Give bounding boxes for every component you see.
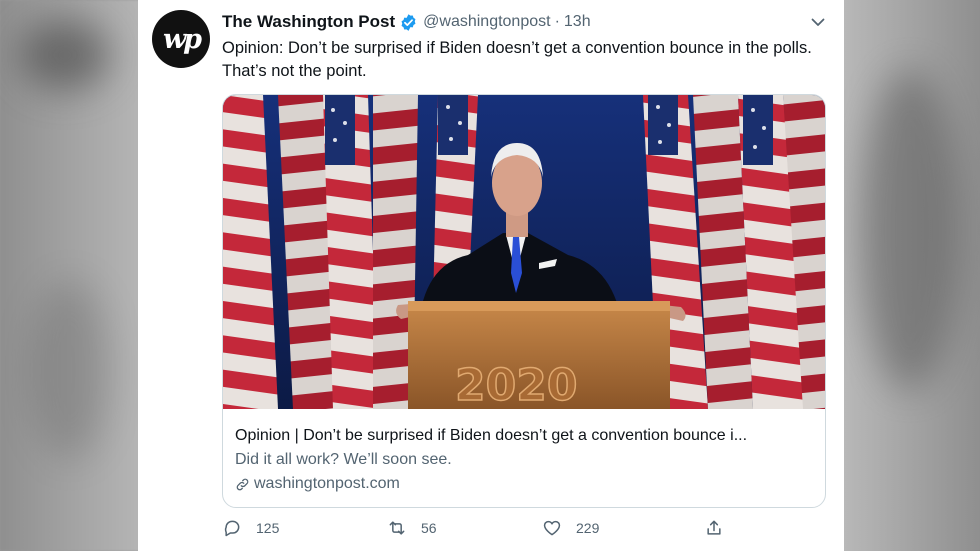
tweet-text: Opinion: Don’t be surprised if Biden doe… [222,39,812,80]
background-blur-shape [860,70,960,390]
background-blur-shape [20,20,110,90]
author-handle[interactable]: @washingtonpost [423,13,550,31]
chevron-down-icon[interactable] [810,14,826,30]
link-preview-card[interactable]: 2020 Opinion | Don’t be surprised if Bid… [222,94,826,508]
tweet-actions: 125 56 229 [222,518,742,544]
link-preview-meta: Opinion | Don’t be surprised if Biden do… [235,425,815,495]
reply-button[interactable]: 125 [222,518,279,538]
link-preview-domain[interactable]: washingtonpost.com [254,473,400,495]
like-count: 229 [576,520,600,536]
link-preview-domain-row: washingtonpost.com [235,473,815,495]
avatar[interactable]: wp [152,10,210,68]
tweet-header: The Washington Post @washingtonpost · 13… [222,10,591,34]
tweet-timestamp[interactable]: 13h [564,13,591,31]
share-icon [707,520,721,535]
verified-badge-icon [401,13,416,31]
separator-dot: · [554,13,560,30]
tweet-card[interactable]: wp The Washington Post @washingtonpost ·… [138,0,844,551]
retweet-button[interactable]: 56 [387,518,437,538]
like-button[interactable]: 229 [542,518,599,538]
link-icon [236,478,249,490]
like-icon [543,520,561,536]
svg-text:2020: 2020 [455,360,577,409]
article-photo: 2020 [223,95,825,409]
link-preview-description: Did it all work? We’ll soon see. [235,451,452,468]
reply-count: 125 [256,520,280,536]
share-button[interactable] [704,518,738,538]
retweet-count: 56 [421,520,437,536]
author-name[interactable]: The Washington Post [222,12,395,32]
background-blur-shape [30,280,110,460]
link-preview-title[interactable]: Opinion | Don’t be surprised if Biden do… [235,425,815,447]
reply-icon [224,520,240,537]
retweet-icon [389,521,405,535]
avatar-logo-text: wp [162,23,202,55]
